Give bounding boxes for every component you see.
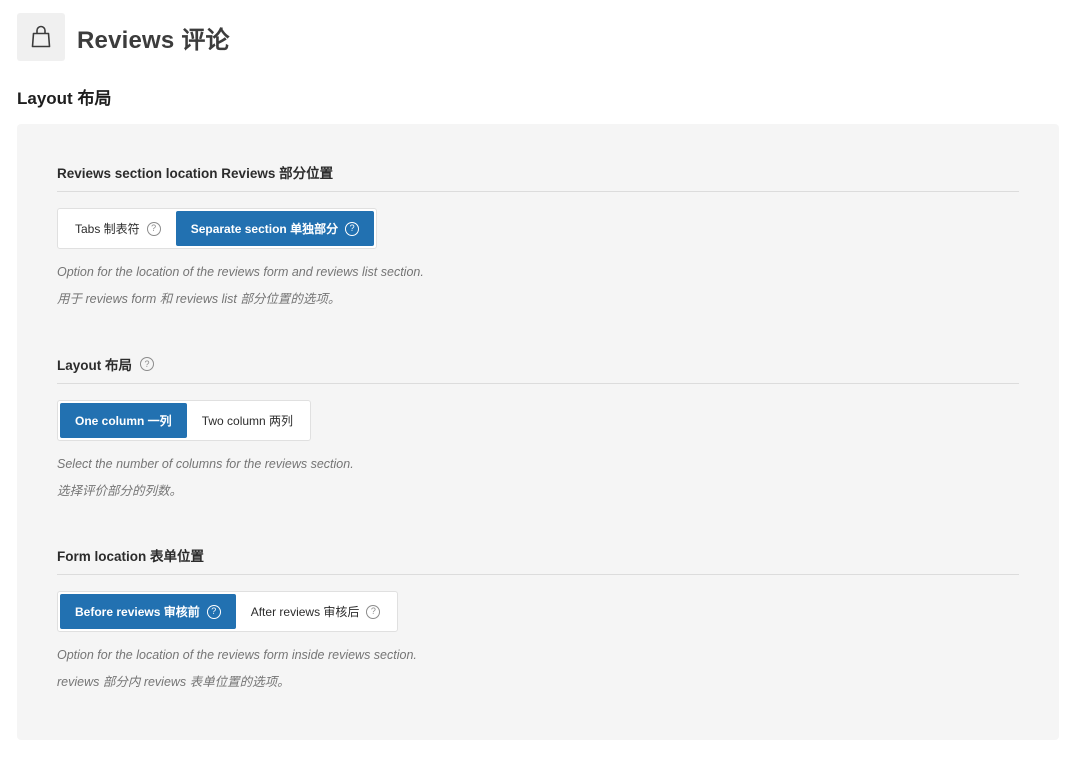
form-location-field: Form location 表单位置 Before reviews 审核前 ? … [57, 545, 1019, 696]
field-description: Select the number of columns for the rev… [57, 457, 354, 498]
one-column-option-button[interactable]: One column 一列 [60, 403, 187, 438]
reviews-location-toggle: Tabs 制表符 ? Separate section 单独部分 ? [57, 208, 378, 249]
field-label: Form location 表单位置 [57, 549, 205, 564]
tabs-option-button[interactable]: Tabs 制表符 ? [60, 211, 176, 246]
divider [57, 191, 1019, 192]
help-icon[interactable]: ? [366, 604, 381, 619]
page-title: Reviews 评论 [77, 26, 230, 54]
layout-field: Layout 布局 ? One column 一列 Two column 两列 … [57, 354, 1019, 505]
before-reviews-option-button[interactable]: Before reviews 审核前 ? [60, 594, 236, 629]
section-title: Layout 布局 [17, 89, 112, 108]
divider [57, 383, 1019, 384]
help-icon[interactable]: ? [140, 357, 155, 371]
form-location-toggle: Before reviews 审核前 ? After reviews 审核后 ? [57, 591, 399, 632]
reviews-section-location-field: Reviews section location Reviews 部分位置 Ta… [57, 162, 1019, 313]
settings-panel: Reviews section location Reviews 部分位置 Ta… [17, 124, 1059, 740]
field-label: Layout 布局 ? [57, 354, 1019, 374]
help-icon[interactable]: ? [345, 221, 360, 236]
divider [57, 574, 1019, 575]
help-icon[interactable]: ? [146, 221, 161, 236]
layout-columns-toggle: One column 一列 Two column 两列 [57, 400, 312, 441]
help-icon[interactable]: ? [206, 604, 221, 619]
field-description: Option for the location of the reviews f… [57, 265, 424, 306]
field-description: Option for the location of the reviews f… [57, 648, 417, 689]
two-column-option-button[interactable]: Two column 两列 [187, 403, 308, 438]
field-label: Reviews section location Reviews 部分位置 [57, 166, 334, 181]
page-header: Reviews 评论 [17, 13, 230, 61]
separate-section-option-button[interactable]: Separate section 单独部分 ? [175, 211, 375, 246]
after-reviews-option-button[interactable]: After reviews 审核后 ? [236, 594, 396, 629]
shopping-bag-icon [17, 13, 65, 61]
